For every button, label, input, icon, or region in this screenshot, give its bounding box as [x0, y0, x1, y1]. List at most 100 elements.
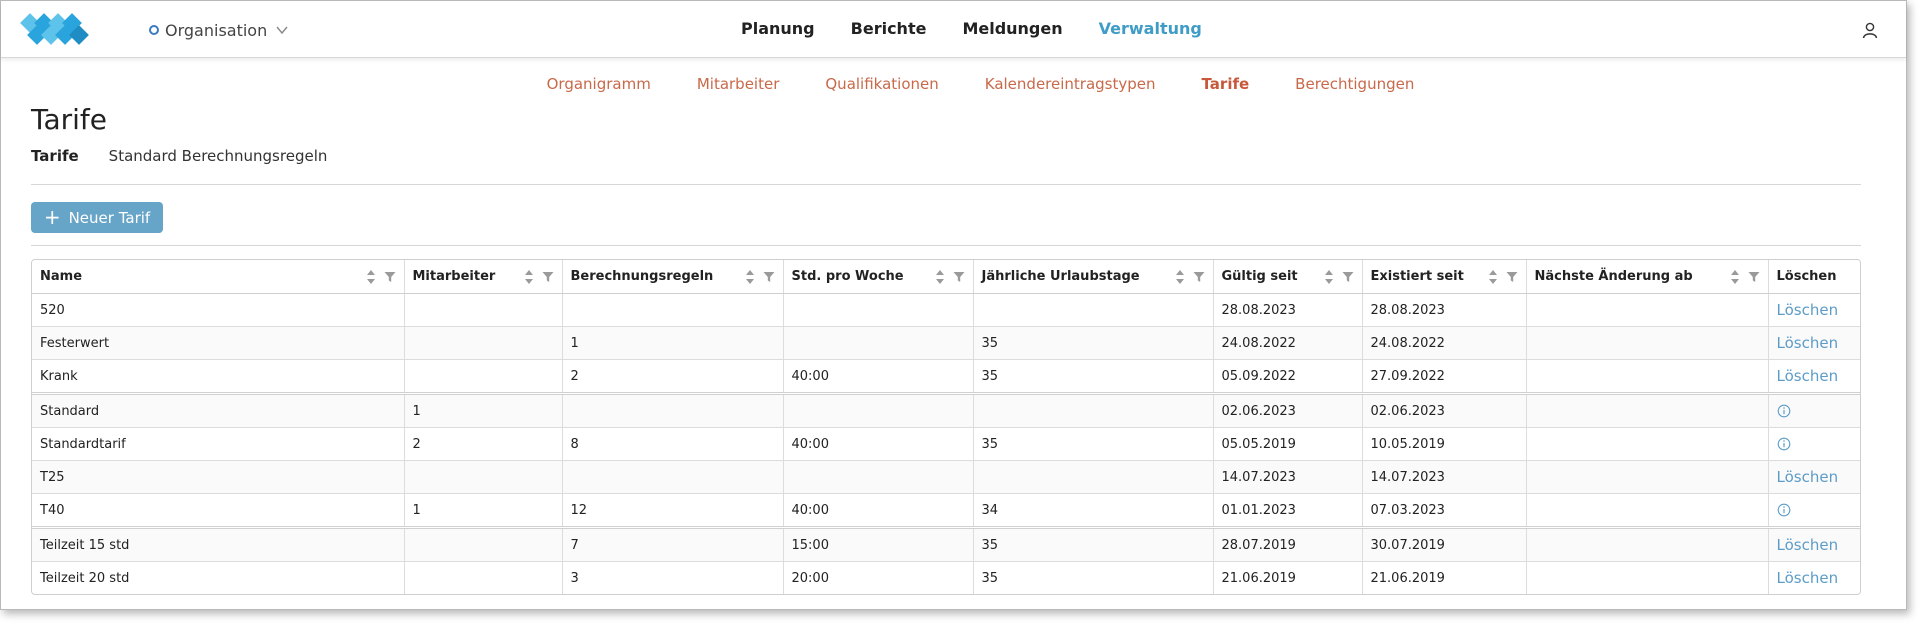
tab-kalendereintragstypen[interactable]: Kalendereintragstypen	[985, 75, 1156, 97]
company-logo-icon[interactable]	[17, 10, 99, 48]
delete-link[interactable]: Löschen	[1777, 367, 1839, 385]
delete-link[interactable]: Löschen	[1777, 334, 1839, 352]
table-cell: 2	[562, 359, 784, 394]
table-cell	[404, 359, 563, 394]
info-icon[interactable]	[1777, 503, 1791, 517]
delete-link[interactable]: Löschen	[1777, 301, 1839, 319]
column-tools	[1324, 269, 1354, 285]
info-icon[interactable]	[1777, 437, 1791, 451]
column-header[interactable]: Name	[32, 260, 405, 294]
table-cell: 40:00	[783, 359, 974, 394]
organisation-selector[interactable]: Organisation	[149, 19, 289, 41]
table-header-row: Name Mitarbeiter Berechnungsregeln Std. pro…	[32, 260, 1860, 294]
delete-link[interactable]: Löschen	[1777, 536, 1839, 554]
table-row[interactable]: T25 14.07.2023 14.07.2023 Löschen	[32, 460, 1860, 494]
table-cell	[1526, 293, 1769, 327]
filter-icon[interactable]	[542, 271, 554, 283]
table-body: 520 28.08.2023 28.08.2023 Löschen Festerwert…	[32, 293, 1860, 594]
table-cell	[404, 526, 563, 562]
table-cell: 01.01.2023	[1213, 493, 1363, 528]
tab-qualifikationen[interactable]: Qualifikationen	[825, 75, 938, 97]
user-icon[interactable]	[1861, 21, 1879, 39]
filter-icon[interactable]	[953, 271, 965, 283]
filter-icon[interactable]	[1193, 271, 1205, 283]
sort-icon[interactable]	[366, 269, 376, 285]
table-cell: 28.08.2023	[1213, 293, 1363, 327]
tab-berechtigungen[interactable]: Berechtigungen	[1295, 75, 1414, 97]
table-cell-action: Löschen	[1768, 293, 1860, 327]
column-header-label: Nächste Änderung ab	[1534, 269, 1693, 284]
table-cell: 24.08.2022	[1362, 326, 1527, 360]
sort-icon[interactable]	[935, 269, 945, 285]
filter-icon[interactable]	[1506, 271, 1518, 283]
table-cell: Teilzeit 15 std	[32, 526, 405, 562]
sort-icon[interactable]	[1324, 269, 1334, 285]
plus-icon: +	[43, 204, 61, 229]
table-cell	[783, 392, 974, 428]
column-header[interactable]: Mitarbeiter	[404, 260, 563, 294]
table-cell-action	[1768, 493, 1860, 528]
table-cell: Standard	[32, 392, 405, 428]
column-header[interactable]: Jährliche Urlaubstage	[973, 260, 1214, 294]
main-nav-verwaltung[interactable]: Verwaltung	[1099, 19, 1202, 41]
column-header[interactable]: Std. pro Woche	[783, 260, 974, 294]
sort-icon[interactable]	[1175, 269, 1185, 285]
column-header[interactable]: Gültig seit	[1213, 260, 1363, 294]
column-header-label: Jährliche Urlaubstage	[981, 269, 1140, 284]
table-cell: 14.07.2023	[1362, 460, 1527, 494]
table-row[interactable]: Standardtarif 2 8 40:00 35 05.05.2019 10.05.20…	[32, 427, 1860, 461]
delete-link[interactable]: Löschen	[1777, 569, 1839, 587]
column-header[interactable]: Existiert seit	[1362, 260, 1527, 294]
table-row[interactable]: Krank 2 40:00 35 05.09.2022 27.09.2022 Löschen	[32, 359, 1860, 394]
sort-icon[interactable]	[1488, 269, 1498, 285]
filter-icon[interactable]	[1748, 271, 1760, 283]
table-cell: 05.05.2019	[1213, 427, 1363, 461]
info-icon[interactable]	[1777, 404, 1791, 418]
main-nav-meldungen[interactable]: Meldungen	[962, 19, 1062, 41]
filter-icon[interactable]	[384, 271, 396, 283]
column-header[interactable]: Nächste Änderung ab	[1526, 260, 1769, 294]
table-row[interactable]: T40 1 12 40:00 34 01.01.2023 07.03.2023	[32, 493, 1860, 528]
breadcrumb-tarife[interactable]: Tarife	[31, 147, 79, 165]
table-cell: 35	[973, 526, 1214, 562]
tab-mitarbeiter[interactable]: Mitarbeiter	[697, 75, 780, 97]
table-row[interactable]: Teilzeit 15 std 7 15:00 35 28.07.2019 30.07.2…	[32, 526, 1860, 562]
table-cell: 1	[562, 326, 784, 360]
delete-link[interactable]: Löschen	[1777, 468, 1839, 486]
table-cell	[404, 561, 563, 594]
table-row[interactable]: Standard 1 02.06.2023 02.06.2023	[32, 392, 1860, 428]
table-cell-action	[1768, 392, 1860, 428]
column-header-label: Existiert seit	[1370, 269, 1464, 284]
table-cell	[783, 293, 974, 327]
table-row[interactable]: Festerwert 1 35 24.08.2022 24.08.2022 Löschen	[32, 326, 1860, 360]
tab-tarife[interactable]: Tarife	[1202, 75, 1250, 97]
table-cell: 40:00	[783, 493, 974, 528]
table-cell: 35	[973, 326, 1214, 360]
table-row[interactable]: 520 28.08.2023 28.08.2023 Löschen	[32, 293, 1860, 327]
breadcrumb-standard-berechnungsregeln[interactable]: Standard Berechnungsregeln	[109, 147, 328, 165]
table-cell: 520	[32, 293, 405, 327]
table-cell: 27.09.2022	[1362, 359, 1527, 394]
table-cell	[973, 392, 1214, 428]
table-cell: 35	[973, 359, 1214, 394]
organisation-label: Organisation	[165, 20, 268, 40]
column-header: Löschen	[1768, 260, 1860, 294]
table-cell	[1526, 493, 1769, 528]
sort-icon[interactable]	[745, 269, 755, 285]
table-cell: T40	[32, 493, 405, 528]
sub-nav: Organigramm Mitarbeiter Qualifikationen …	[1, 75, 1908, 97]
main-nav-berichte[interactable]: Berichte	[851, 19, 927, 41]
column-header[interactable]: Berechnungsregeln	[562, 260, 784, 294]
sort-icon[interactable]	[524, 269, 534, 285]
table-cell	[1526, 392, 1769, 428]
tab-organigramm[interactable]: Organigramm	[547, 75, 651, 97]
new-tariff-button[interactable]: + Neuer Tarif	[31, 202, 163, 233]
table-cell: 21.06.2019	[1213, 561, 1363, 594]
table-row[interactable]: Teilzeit 20 std 3 20:00 35 21.06.2019 21.06.2…	[32, 561, 1860, 594]
filter-icon[interactable]	[763, 271, 775, 283]
table-cell: 21.06.2019	[1362, 561, 1527, 594]
sort-icon[interactable]	[1730, 269, 1740, 285]
filter-icon[interactable]	[1342, 271, 1354, 283]
table-cell	[1526, 460, 1769, 494]
main-nav-planung[interactable]: Planung	[741, 19, 815, 41]
